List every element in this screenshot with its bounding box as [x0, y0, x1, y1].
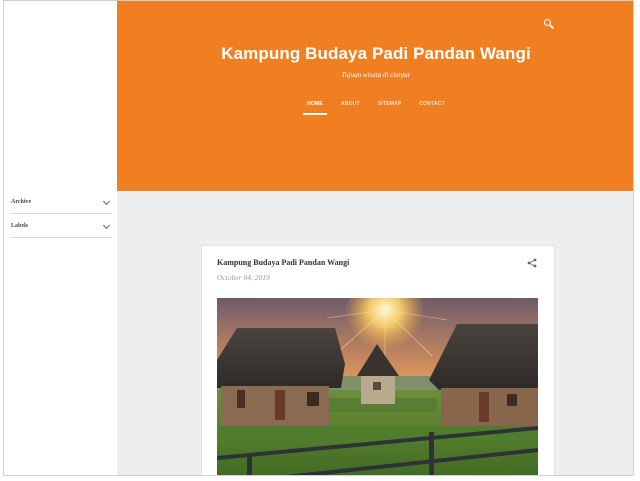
post-image[interactable]: [217, 298, 538, 476]
blog-header: Kampung Budaya Padi Pandan Wangi Tujuan …: [117, 1, 633, 191]
chevron-down-icon: [102, 197, 111, 206]
sidebar: Archive Labels: [4, 1, 117, 475]
post-title[interactable]: Kampung Budaya Padi Pandan Wangi: [217, 258, 349, 267]
main-nav: HOME ABOUT SITEMAP CONTACT: [117, 101, 633, 115]
sidebar-item-label: Archive: [11, 199, 32, 205]
post-card: Kampung Budaya Padi Pandan Wangi October…: [201, 245, 555, 476]
tab-about[interactable]: ABOUT: [339, 101, 362, 115]
site-description: Tujuan wisata di cianjur: [341, 71, 411, 79]
chevron-down-icon: [102, 221, 111, 230]
tab-home[interactable]: HOME: [303, 101, 327, 115]
tab-contact[interactable]: CONTACT: [417, 101, 446, 115]
browser-frame: Archive Labels Kampung Budaya Padi Panda…: [3, 0, 634, 476]
tab-sitemap[interactable]: SITEMAP: [376, 101, 404, 115]
post-date[interactable]: October 04, 2019: [217, 273, 270, 282]
search-icon[interactable]: [544, 19, 551, 26]
site-title[interactable]: Kampung Budaya Padi Pandan Wangi: [117, 44, 633, 64]
sidebar-item-archive[interactable]: Archive: [10, 190, 112, 214]
sidebar-item-label: Labels: [11, 223, 29, 229]
share-icon[interactable]: [527, 258, 537, 268]
sidebar-item-labels[interactable]: Labels: [10, 214, 112, 238]
